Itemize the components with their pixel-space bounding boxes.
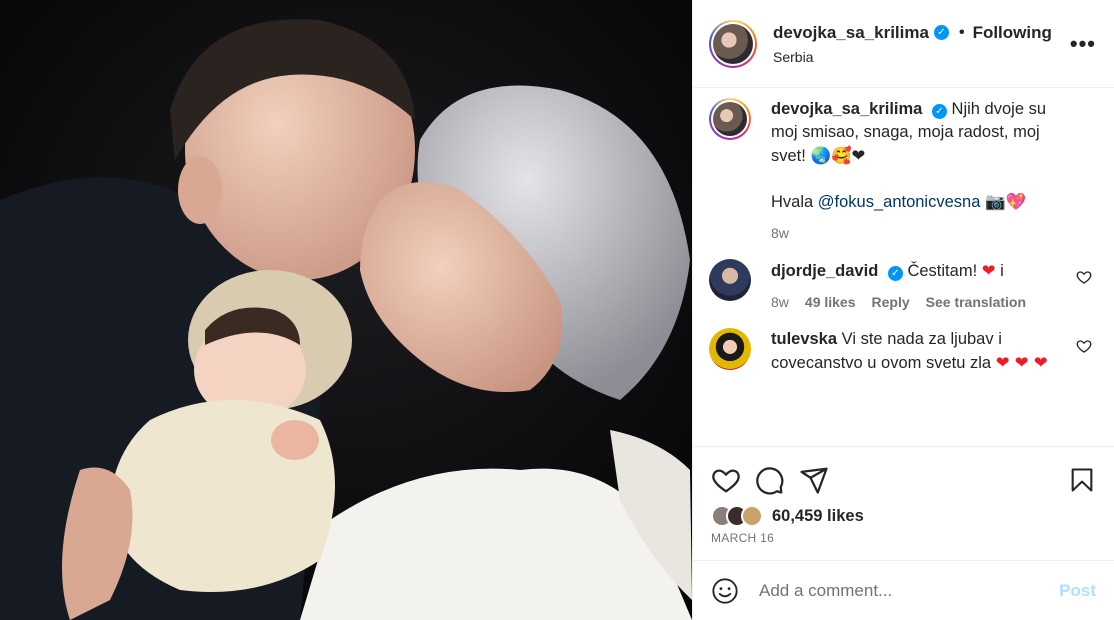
commenter-username[interactable]: tulevska	[771, 330, 837, 348]
caption-avatar[interactable]	[709, 98, 751, 140]
comments-section: devojka_sa_krilima ✓ Njih dvoje su moj s…	[693, 88, 1114, 446]
separator-dot: •	[958, 23, 965, 41]
post-location[interactable]: Serbia	[773, 49, 1070, 65]
commenter-username[interactable]: djordje_david	[771, 262, 878, 280]
comment-item: djordje_david ✓ Čestitam! ❤ i 8w 49 like…	[709, 259, 1096, 314]
comment-text: Čestitam!	[907, 262, 978, 280]
caption-thanks-emojis: 📷💖	[984, 192, 1027, 211]
comment-time[interactable]: 8w	[771, 291, 789, 314]
post-photo[interactable]	[0, 0, 692, 620]
author-avatar[interactable]	[709, 19, 757, 68]
comment-likes[interactable]: 49 likes	[805, 291, 856, 314]
post-sidebar: devojka_sa_krilima ✓ • Following Serbia …	[692, 0, 1114, 620]
verified-badge-icon: ✓	[887, 266, 903, 281]
heart-icon[interactable]	[711, 465, 741, 495]
caption: devojka_sa_krilima ✓ Njih dvoje su moj s…	[709, 98, 1096, 245]
more-options-icon[interactable]: •••	[1070, 31, 1096, 57]
likes-count[interactable]: 60,459 likes	[772, 507, 864, 526]
reply-button[interactable]: Reply	[872, 291, 910, 314]
see-translation-button[interactable]: See translation	[926, 291, 1026, 314]
like-comment-heart-icon[interactable]	[1076, 269, 1092, 285]
add-comment-bar: Post	[693, 560, 1114, 620]
comment-emoji: ❤ ❤ ❤	[995, 353, 1048, 372]
post-date[interactable]: MARCH 16	[711, 531, 1096, 545]
verified-badge-icon: ✓	[931, 104, 947, 119]
post-actions: 60,459 likes MARCH 16	[693, 446, 1114, 545]
caption-time[interactable]: 8w	[771, 222, 789, 245]
caption-username[interactable]: devojka_sa_krilima	[771, 100, 922, 118]
bookmark-icon[interactable]	[1068, 465, 1096, 495]
caption-thanks: Hvala	[771, 193, 814, 211]
following-button[interactable]: Following	[973, 23, 1052, 43]
post-header: devojka_sa_krilima ✓ • Following Serbia …	[693, 0, 1114, 88]
commenter-avatar[interactable]	[709, 259, 751, 301]
smiley-icon[interactable]	[711, 577, 739, 605]
liker-avatars[interactable]	[711, 505, 763, 527]
caption-emojis: 🌏🥰❤	[810, 146, 866, 165]
comment-suffix: i	[1000, 262, 1004, 280]
comment-emoji: ❤	[981, 261, 996, 280]
like-comment-heart-icon[interactable]	[1076, 338, 1092, 354]
verified-badge-icon: ✓	[933, 25, 949, 40]
photo-illustration	[0, 0, 692, 620]
comment-icon[interactable]	[755, 465, 785, 495]
caption-mention-link[interactable]: @fokus_antonicvesna	[818, 193, 981, 211]
post-comment-button[interactable]: Post	[1059, 581, 1096, 601]
instagram-post: devojka_sa_krilima ✓ • Following Serbia …	[0, 0, 1114, 620]
comment-item: tulevska Vi ste nada za ljubav i covecan…	[709, 328, 1096, 375]
author-username[interactable]: devojka_sa_krilima	[773, 23, 929, 43]
share-icon[interactable]	[799, 465, 829, 495]
commenter-avatar[interactable]	[709, 328, 751, 370]
add-comment-input[interactable]	[759, 580, 1060, 601]
